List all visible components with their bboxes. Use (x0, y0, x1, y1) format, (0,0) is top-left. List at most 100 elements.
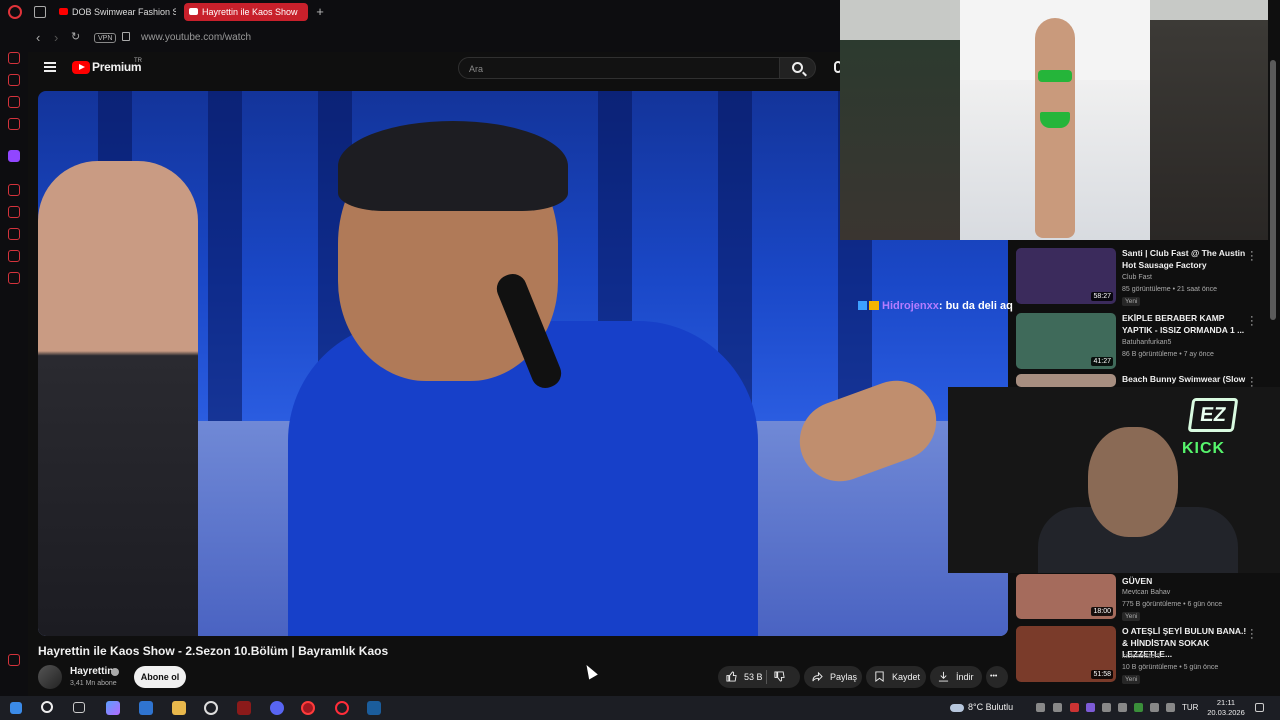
more-actions-button[interactable]: ••• (986, 666, 1008, 688)
search-taskbar-icon[interactable] (41, 701, 53, 713)
recommendation-title[interactable]: EKİPLE BERABER KAMP YAPTIK - ISSIZ ORMAN… (1122, 313, 1248, 336)
video-duration: 58:27 (1091, 292, 1113, 301)
aria-icon[interactable] (8, 52, 20, 64)
obs-icon[interactable] (204, 701, 218, 715)
windows-start-icon[interactable] (10, 702, 22, 714)
gx-icon[interactable] (8, 654, 20, 666)
search-input[interactable]: Ara (458, 57, 780, 79)
streamer-face (1088, 427, 1178, 537)
copilot-icon[interactable] (106, 701, 120, 715)
video-editor-icon[interactable] (237, 701, 251, 715)
tray-discord-icon[interactable] (1053, 703, 1062, 712)
bookmarks-icon[interactable] (8, 206, 20, 218)
history-icon[interactable] (8, 228, 20, 240)
weather-cloud-icon[interactable] (950, 704, 964, 712)
search-button[interactable] (780, 57, 816, 79)
channel-name[interactable]: Hayrettin (70, 666, 113, 677)
microphone-tray-icon[interactable] (1118, 703, 1127, 712)
search-icon (792, 62, 803, 73)
language-indicator[interactable]: TUR (1182, 703, 1198, 712)
more-options-icon[interactable]: · · · (1250, 373, 1254, 392)
more-options-icon[interactable]: · · · (1250, 625, 1254, 644)
extensions-icon[interactable] (8, 250, 20, 262)
steam-icon[interactable] (367, 701, 381, 715)
tray-app-icon[interactable] (1102, 703, 1111, 712)
reload-icon[interactable]: ↻ (71, 30, 80, 43)
scrollbar-thumb[interactable] (1270, 60, 1276, 320)
like-icon[interactable] (726, 671, 737, 682)
settings-icon[interactable] (8, 272, 20, 284)
messenger-icon[interactable] (8, 96, 20, 108)
forward-icon[interactable]: › (54, 30, 58, 45)
network-icon[interactable] (1150, 703, 1159, 712)
workspaces-icon[interactable] (34, 6, 46, 18)
share-button[interactable]: Paylaş (804, 666, 862, 688)
recommendation-item[interactable]: 18:00 GÜVEN Mevtcan Bahav 775 B görüntül… (1016, 574, 1260, 632)
opera-gx-icon[interactable] (301, 701, 315, 715)
recommendation-thumbnail[interactable]: 41:27 (1016, 313, 1116, 369)
region-code: TR (134, 58, 142, 64)
recommendation-title[interactable]: GÜVEN (1122, 576, 1248, 588)
recommendation-item[interactable]: 51:58 O ATEŞLİ ŞEYİ BULUN BANA.! & HİNDİ… (1016, 625, 1260, 684)
notifications-icon[interactable] (1255, 703, 1264, 712)
recommendation-channel[interactable]: Club Fast (1122, 274, 1152, 281)
whatsapp-icon[interactable] (8, 118, 20, 130)
tray-app-icon[interactable] (1070, 703, 1079, 712)
recommendation-title[interactable]: Santi | Club Fast @ The Austin Hot Sausa… (1122, 248, 1248, 271)
new-tab-button[interactable]: + (314, 3, 326, 21)
verified-icon (111, 668, 119, 676)
runway-model (1035, 18, 1075, 238)
opera-sidebar (0, 24, 28, 696)
recommendation-thumbnail[interactable]: 18:00 (1016, 574, 1116, 619)
tab-label: Hayrettin ile Kaos Show (202, 7, 298, 17)
chat-text: : bu da deli aq (938, 300, 1013, 312)
more-options-icon[interactable]: · · · (1250, 312, 1254, 331)
player-icon[interactable] (8, 184, 20, 196)
recommendation-channel[interactable]: kickmeister5 (1122, 653, 1161, 660)
save-button[interactable]: Kaydet (866, 666, 926, 688)
download-icon (938, 671, 949, 682)
recommendation-meta: 10 B görüntüleme • 5 gün önce (1122, 664, 1219, 671)
download-button[interactable]: İndir (930, 666, 982, 688)
opera-logo-icon[interactable] (8, 5, 22, 19)
menu-icon[interactable] (44, 62, 56, 72)
more-options-icon[interactable]: · · · (1250, 247, 1254, 266)
weather-status[interactable]: 8°C Bulutlu (968, 702, 1013, 712)
tab-kaos-show[interactable]: Hayrettin ile Kaos Show (184, 3, 308, 21)
speaker-body (288, 321, 758, 636)
recommendation-title[interactable]: Beach Bunny Swimwear (Slow (1122, 374, 1248, 386)
clock[interactable]: 21:11 20.03.2026 (1203, 698, 1249, 718)
youtube-favicon-icon (59, 8, 68, 15)
back-icon[interactable]: ‹ (36, 30, 40, 45)
recommendation-item[interactable]: 41:27 EKİPLE BERABER KAMP YAPTIK - ISSIZ… (1016, 312, 1260, 371)
address-bar: ‹ › ↻ VPN www.youtube.com/watch (0, 24, 840, 52)
tray-app-icon[interactable] (1134, 703, 1143, 712)
recommendation-thumbnail[interactable]: 58:27 (1016, 248, 1116, 304)
file-explorer-icon[interactable] (172, 701, 186, 715)
opera-icon[interactable] (335, 701, 349, 715)
channel-avatar[interactable] (38, 665, 62, 689)
gx-control-icon[interactable] (8, 74, 20, 86)
twitch-icon[interactable] (8, 150, 20, 162)
recommendation-channel[interactable]: Batuhanfurkan5 (1122, 339, 1171, 346)
discord-icon[interactable] (270, 701, 284, 715)
tray-app-icon[interactable] (1086, 703, 1095, 712)
task-view-icon[interactable] (73, 702, 85, 713)
recommendation-channel[interactable]: Mevtcan Bahav (1122, 589, 1170, 596)
vpn-badge[interactable]: VPN (94, 33, 117, 43)
recommendation-thumbnail[interactable]: 51:58 (1016, 626, 1116, 682)
subscribe-button[interactable]: Abone ol (134, 666, 186, 688)
volume-icon[interactable] (1166, 703, 1175, 712)
recommendation-thumbnail[interactable] (1016, 374, 1116, 387)
tray-steam-icon[interactable] (1036, 703, 1045, 712)
recommendation-item[interactable]: Beach Bunny Swimwear (Slow · · · (1016, 373, 1260, 392)
recommendation-item[interactable]: 58:27 Santi | Club Fast @ The Austin Hot… (1016, 247, 1260, 306)
url-field[interactable]: www.youtube.com/watch (141, 32, 251, 43)
video-title: Hayrettin ile Kaos Show - 2.Sezon 10.Böl… (38, 644, 389, 658)
dislike-icon[interactable] (774, 671, 785, 682)
youtube-logo-icon[interactable] (72, 61, 90, 74)
tab-dob-swimwear[interactable]: DOB Swimwear Fashion Sh (54, 3, 176, 21)
edge-icon[interactable] (139, 701, 153, 715)
like-count[interactable]: 53 B (744, 666, 763, 688)
lock-icon[interactable] (122, 32, 130, 41)
